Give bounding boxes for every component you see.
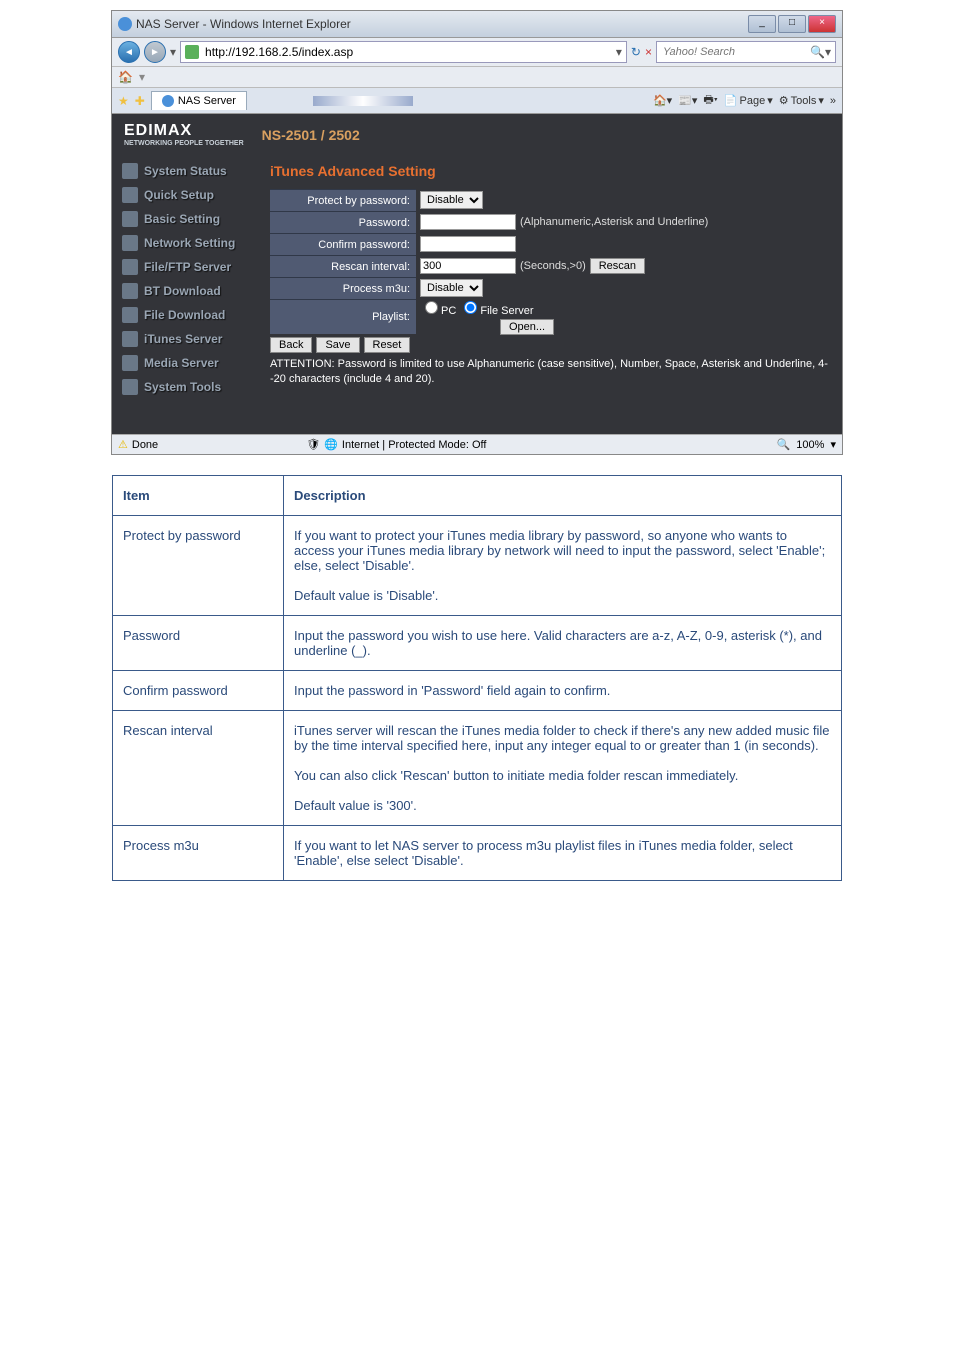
print-menu[interactable]: 🖶▾ [703, 91, 717, 110]
progress-bar [313, 96, 413, 106]
spec-item: Protect by password [113, 516, 284, 616]
sidebar-item-itunes[interactable]: iTunes Server [112, 327, 262, 351]
model-label: NS-2501 / 2502 [262, 127, 360, 143]
tools-icon [122, 379, 138, 395]
chevron-icon[interactable]: » [830, 95, 836, 107]
playlist-fs-radio[interactable] [464, 301, 477, 314]
spec-desc: If you want to protect your iTunes media… [284, 516, 842, 616]
ftp-icon [122, 259, 138, 275]
itunes-icon [122, 331, 138, 347]
sidebar-item-system-tools[interactable]: System Tools [112, 375, 262, 399]
protect-select[interactable]: Disable [420, 191, 483, 209]
save-button[interactable]: Save [316, 337, 359, 353]
back-button[interactable]: ◄ [118, 41, 140, 63]
spec-item: Password [113, 616, 284, 671]
rescan-input[interactable] [420, 258, 516, 274]
sidebar-item-quick-setup[interactable]: Quick Setup [112, 183, 262, 207]
search-icon[interactable]: 🔍 [810, 45, 825, 59]
favorites-dropdown-icon[interactable]: ▾ [139, 70, 145, 84]
close-button[interactable]: × [808, 15, 836, 33]
sidebar-item-file-download[interactable]: File Download [112, 303, 262, 327]
favorites-home-icon[interactable]: 🏠 [118, 70, 133, 84]
minimize-button[interactable]: _ [748, 15, 776, 33]
sidebar-item-bt-download[interactable]: BT Download [112, 279, 262, 303]
media-icon [122, 355, 138, 371]
address-dropdown-icon[interactable]: ▾ [616, 45, 622, 59]
m3u-select[interactable]: Disable [420, 279, 483, 297]
basic-icon [122, 211, 138, 227]
address-bar[interactable]: ▾ [180, 41, 627, 63]
download-icon [122, 307, 138, 323]
sidebar-item-file-ftp[interactable]: File/FTP Server [112, 255, 262, 279]
window-title: NAS Server - Windows Internet Explorer [136, 17, 748, 31]
spec-desc: iTunes server will rescan the iTunes med… [284, 711, 842, 826]
open-button[interactable]: Open... [500, 319, 554, 335]
zoom-dropdown-icon[interactable]: ▾ [830, 438, 836, 451]
refresh-split-icon[interactable]: ↻ [631, 45, 641, 59]
tab-favicon [162, 95, 174, 107]
spec-item: Confirm password [113, 671, 284, 711]
spec-desc: Input the password you wish to use here.… [284, 616, 842, 671]
favorites-star-icon[interactable]: ★ [118, 94, 129, 108]
search-box[interactable]: 🔍 ▾ [656, 41, 836, 63]
rescan-label: Rescan interval: [270, 255, 416, 278]
sidebar-item-network-setting[interactable]: Network Setting [112, 231, 262, 255]
search-input[interactable] [661, 45, 810, 59]
stop-icon[interactable]: × [645, 45, 652, 59]
spec-desc: If you want to let NAS server to process… [284, 826, 842, 881]
rescan-button[interactable]: Rescan [590, 258, 645, 274]
password-hint: (Alphanumeric,Asterisk and Underline) [520, 216, 708, 228]
status-icon [122, 163, 138, 179]
tools-menu[interactable]: ⚙Tools▾ [779, 94, 824, 107]
m3u-label: Process m3u: [270, 277, 416, 300]
password-input[interactable] [420, 214, 516, 230]
network-icon [122, 235, 138, 251]
status-zone: Internet | Protected Mode: Off [342, 439, 487, 451]
feeds-menu[interactable]: 📰▾ [678, 94, 697, 107]
confirm-label: Confirm password: [270, 233, 416, 256]
playlist-label: Playlist: [270, 299, 416, 334]
home-menu[interactable]: 🏠▾ [653, 94, 672, 107]
zoom-value: 100% [796, 439, 824, 451]
warning-icon: ⚠ [118, 438, 128, 451]
tab-label: NAS Server [178, 95, 236, 107]
zoom-icon[interactable]: 🔍 [777, 438, 791, 451]
page-menu[interactable]: 📄Page▾ [724, 94, 773, 107]
dropdown-arrow-icon[interactable]: ▾ [170, 45, 176, 59]
spec-header-desc: Description [284, 476, 842, 516]
address-input[interactable] [203, 44, 616, 60]
sidebar-item-basic-setting[interactable]: Basic Setting [112, 207, 262, 231]
sidebar-item-system-status[interactable]: System Status [112, 159, 262, 183]
spec-header-item: Item [113, 476, 284, 516]
maximize-button[interactable]: □ [778, 15, 806, 33]
spec-item: Process m3u [113, 826, 284, 881]
ie-favicon [118, 17, 132, 31]
refresh-icon[interactable] [185, 45, 199, 59]
attention-text: ATTENTION: Password is limited to use Al… [270, 357, 834, 388]
spec-table: Item Description Protect by passwordIf y… [112, 475, 842, 881]
protect-label: Protect by password: [270, 189, 416, 212]
spec-desc: Input the password in 'Password' field a… [284, 671, 842, 711]
panel-title: iTunes Advanced Setting [270, 163, 834, 179]
sidebar: System Status Quick Setup Basic Setting … [112, 155, 262, 434]
globe-icon: 🌐 [324, 438, 338, 451]
brand-logo: EDIMAX NETWORKING PEOPLE TOGETHER [124, 122, 244, 147]
add-favorites-icon[interactable]: ✚ [135, 94, 145, 108]
tab-nas-server[interactable]: NAS Server [151, 91, 247, 110]
sidebar-item-media[interactable]: Media Server [112, 351, 262, 375]
reset-button[interactable]: Reset [364, 337, 411, 353]
back-button-form[interactable]: Back [270, 337, 312, 353]
search-dropdown-icon[interactable]: ▾ [825, 45, 831, 59]
shield-icon: 🛡 [306, 438, 320, 451]
bt-icon [122, 283, 138, 299]
spec-item: Rescan interval [113, 711, 284, 826]
status-done: Done [132, 439, 158, 451]
forward-button[interactable]: ► [144, 41, 166, 63]
confirm-input[interactable] [420, 236, 516, 252]
playlist-pc-radio[interactable] [425, 301, 438, 314]
rescan-hint: (Seconds,>0) [520, 260, 586, 272]
password-label: Password: [270, 211, 416, 234]
quick-icon [122, 187, 138, 203]
